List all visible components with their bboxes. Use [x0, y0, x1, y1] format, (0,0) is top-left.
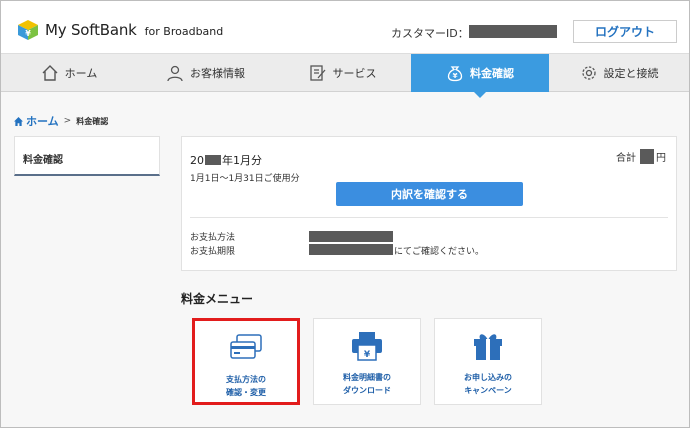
nav-settings[interactable]: 設定と接続 — [549, 54, 689, 92]
nav-label: サービス — [332, 67, 377, 80]
gift-icon — [472, 331, 504, 365]
redacted-total-amount — [640, 149, 654, 164]
currency-label: 円 — [656, 153, 666, 164]
redacted-payment-due — [309, 244, 393, 255]
main-nav: ホーム お客様情報 サービス ¥ 料金確認 設定と接続 — [1, 53, 689, 98]
customer-id-redacted — [469, 25, 557, 38]
nav-label: 設定と接続 — [603, 67, 659, 80]
home-small-icon — [14, 116, 23, 126]
payment-method-card[interactable]: 支払方法の 確認・変更 — [192, 318, 300, 405]
sidebar-item-label: 料金確認 — [23, 155, 63, 166]
header: ¥ My SoftBank for Broadband カスタマーID： ログア… — [1, 1, 689, 53]
customer-id-label: カスタマーID： — [391, 27, 469, 40]
redacted-year — [205, 155, 221, 165]
sidebar-item-billing[interactable]: 料金確認 — [14, 136, 160, 176]
logo[interactable]: ¥ My SoftBank for Broadband — [17, 19, 223, 41]
nav-label: お客様情報 — [190, 67, 245, 80]
svg-text:¥: ¥ — [364, 350, 371, 360]
nav-label: 料金確認 — [470, 67, 514, 80]
bill-month-prefix: 20 — [190, 153, 204, 167]
credit-card-icon — [229, 333, 263, 365]
nav-home[interactable]: ホーム — [1, 54, 137, 92]
nav-service[interactable]: サービス — [274, 54, 411, 92]
logo-subtitle: for Broadband — [144, 25, 224, 38]
bill-month: 20 年1月分 — [190, 152, 262, 168]
logo-text: My SoftBank — [45, 21, 137, 39]
softbank-cube-logo-icon: ¥ — [17, 19, 39, 41]
user-icon — [167, 65, 183, 82]
breadcrumb-current: 料金確認 — [76, 116, 109, 126]
bill-month-suffix: 年1月分 — [222, 154, 262, 167]
payment-due-label: お支払期限 — [190, 247, 236, 257]
nav-label: ホーム — [64, 67, 98, 80]
edit-icon — [309, 65, 325, 81]
menu-item-label: 料金明細書の ダウンロード — [343, 373, 391, 395]
divider — [190, 217, 668, 218]
payment-method-label: お支払方法 — [190, 233, 236, 243]
home-icon — [42, 65, 58, 81]
svg-text:¥: ¥ — [453, 72, 458, 80]
gear-icon — [581, 66, 596, 80]
usage-period: 1月1日～1月31日ご使用分 — [190, 174, 300, 184]
breadcrumb-separator: > — [63, 116, 72, 126]
bill-summary-card: 20 年1月分 合計 円 1月1日～1月31日ご使用分 内訳を確認する お支払方… — [181, 136, 677, 271]
svg-text:¥: ¥ — [25, 29, 31, 38]
total-label: 合計 — [616, 153, 636, 164]
menu-item-label: 支払方法の 確認・変更 — [226, 375, 266, 397]
breadcrumb-home-link[interactable]: ホーム — [26, 113, 59, 129]
bill-total: 合計 円 — [616, 149, 666, 164]
billing-menu-title: 料金メニュー — [181, 292, 254, 306]
nav-customer-info[interactable]: お客様情報 — [137, 54, 274, 92]
money-bag-icon: ¥ — [447, 66, 463, 82]
campaign-card[interactable]: お申し込みの キャンペーン — [434, 318, 542, 405]
payment-due-note: にてご確認ください。 — [394, 247, 485, 257]
logout-button[interactable]: ログアウト — [573, 20, 677, 43]
view-breakdown-button[interactable]: 内訳を確認する — [336, 182, 523, 206]
nav-billing[interactable]: ¥ 料金確認 — [411, 54, 549, 98]
download-statement-card[interactable]: ¥ 料金明細書の ダウンロード — [313, 318, 421, 405]
menu-item-label: お申し込みの キャンペーン — [464, 373, 512, 395]
breadcrumb: ホーム > 料金確認 — [14, 113, 108, 129]
printer-icon: ¥ — [350, 331, 384, 365]
redacted-payment-method — [309, 231, 393, 242]
